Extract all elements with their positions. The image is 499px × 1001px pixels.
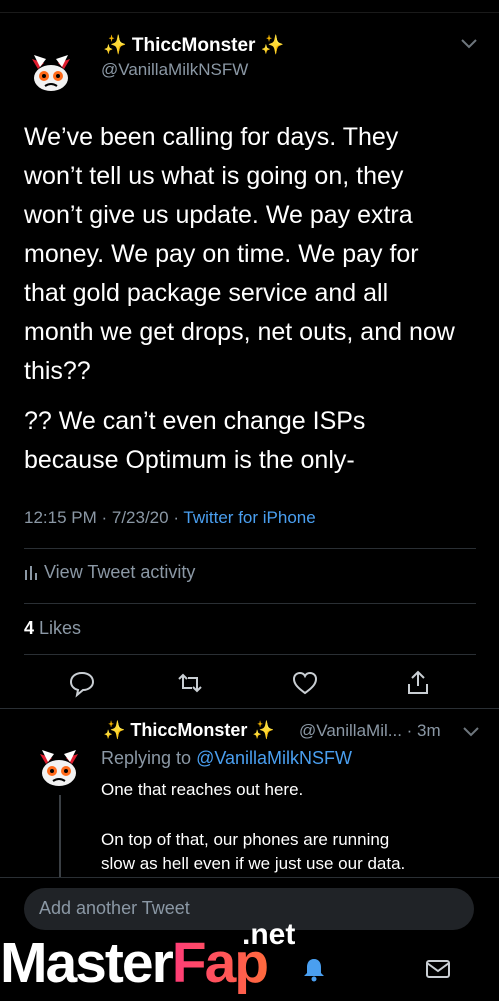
retweet-icon[interactable]	[175, 668, 205, 698]
likes-count[interactable]: 4 Likes	[24, 618, 81, 639]
tweet-separator	[0, 708, 499, 709]
tweet-line: won’t give us update. We pay extra	[24, 201, 413, 229]
tweet-line: We’ve been calling for days. They	[24, 123, 399, 151]
tweet-line: won’t tell us what is going on, they	[24, 162, 404, 190]
watermark-part1: Master	[0, 931, 174, 995]
replying-to: Replying to @VanillaMilkNSFW	[101, 748, 352, 769]
chevron-down-icon[interactable]	[460, 38, 478, 50]
bar-chart-icon	[25, 566, 37, 580]
top-edge	[0, 0, 499, 13]
share-icon[interactable]	[403, 668, 433, 698]
divider	[24, 603, 476, 604]
watermark-suffix: .net	[242, 918, 296, 951]
reply-icon[interactable]	[67, 668, 97, 698]
tweet-text-continued: ?? We can’t even change ISPs because Opt…	[24, 402, 479, 480]
tweet-text: We’ve been calling for days. They won’t …	[24, 118, 479, 391]
messages-icon[interactable]	[424, 955, 452, 983]
tweet-line: ?? We can’t even change ISPs	[24, 407, 366, 435]
tweet-line: this??	[24, 357, 91, 385]
source-link[interactable]: Twitter for iPhone	[183, 508, 315, 527]
reply-display-name[interactable]: ✨ ThiccMonster ✨	[103, 720, 275, 741]
reply-text-para2: On top of that, our phones are running s…	[101, 828, 481, 876]
tweet-line: that gold package service and all	[24, 279, 389, 307]
notifications-icon[interactable]	[300, 955, 328, 983]
reply-line: slow as hell even if we just use our dat…	[101, 854, 406, 873]
timestamp-text: 12:15 PM · 7/23/20 ·	[24, 508, 184, 527]
avatar[interactable]	[24, 45, 78, 99]
tweet-timestamp: 12:15 PM · 7/23/20 · Twitter for iPhone	[24, 508, 316, 528]
replying-to-link[interactable]: @VanillaMilkNSFW	[196, 748, 352, 768]
likes-label: Likes	[34, 618, 82, 638]
watermark-logo: MasterFap	[0, 930, 269, 996]
display-name[interactable]: ✨ ThiccMonster ✨	[103, 33, 284, 57]
like-icon[interactable]	[290, 668, 320, 698]
likes-number: 4	[24, 618, 35, 638]
avatar[interactable]	[32, 740, 86, 794]
chevron-down-icon[interactable]	[462, 726, 480, 738]
divider	[24, 548, 476, 549]
user-handle[interactable]: @VanillaMilkNSFW	[101, 60, 248, 80]
view-tweet-activity[interactable]: View Tweet activity	[24, 562, 195, 583]
tweet-line: because Optimum is the only-	[24, 446, 355, 474]
reply-text-para1: One that reaches out here.	[101, 780, 304, 799]
tweet-line: month we get drops, net outs, and now	[24, 318, 455, 346]
replying-prefix: Replying to	[101, 748, 197, 768]
avatar-art	[32, 55, 70, 91]
avatar-art	[40, 750, 78, 786]
compose-placeholder: Add another Tweet	[39, 898, 190, 918]
divider	[24, 654, 476, 655]
reply-handle-time[interactable]: @VanillaMil... · 3m	[299, 721, 441, 741]
activity-label: View Tweet activity	[44, 562, 196, 582]
reply-line: On top of that, our phones are running	[101, 830, 390, 849]
tweet-line: money. We pay on time. We pay for	[24, 240, 419, 268]
thread-connector	[59, 795, 61, 880]
